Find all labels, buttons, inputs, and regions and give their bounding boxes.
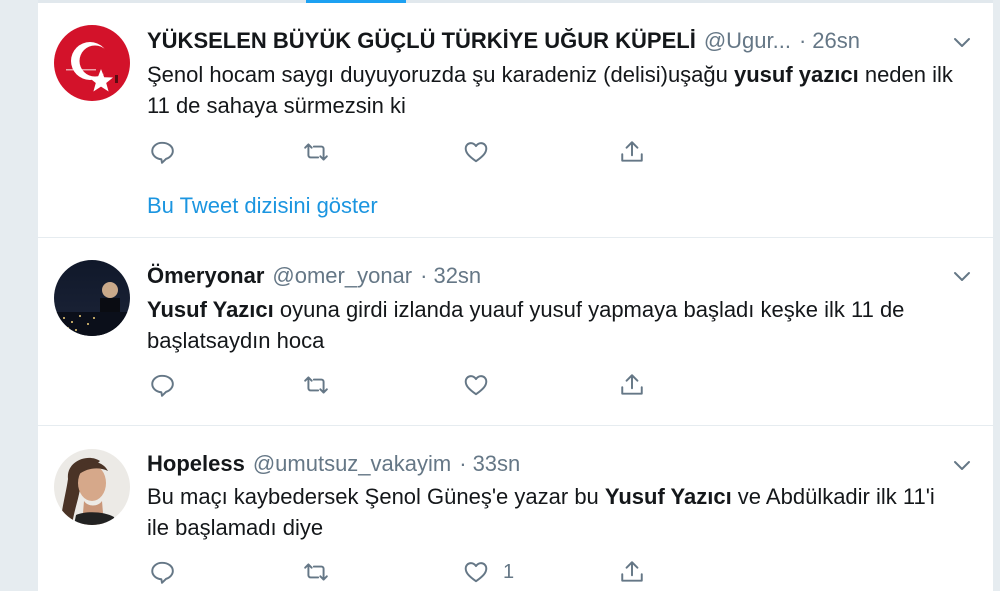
tweet-text-highlight: Yusuf Yazıcı (604, 484, 732, 509)
retweet-button[interactable] (303, 370, 329, 400)
reply-button[interactable] (149, 137, 175, 167)
timestamp[interactable]: 26sn (812, 28, 860, 54)
reply-button[interactable] (149, 557, 175, 587)
tweet-text-highlight: yusuf yazıcı (734, 62, 859, 87)
retweet-icon (304, 143, 328, 161)
timeline: YÜKSELEN BÜYÜK GÜÇLÜ TÜRKİYE UĞUR KÜPELİ… (37, 0, 993, 591)
tweet[interactable]: Ömeryonar @omer_yonar · 32sn Yusuf Yazıc… (38, 238, 993, 426)
share-button[interactable] (619, 557, 645, 587)
like-count: 1 (503, 560, 515, 583)
tweet-text: Bu maçı kaybedersek Şenol Güneş'e yazar … (147, 481, 953, 543)
author-name[interactable]: YÜKSELEN BÜYÜK GÜÇLÜ TÜRKİYE UĞUR KÜPELİ (147, 28, 696, 54)
author-handle[interactable]: @umutsuz_vakayim (253, 451, 451, 477)
separator-dot: · (459, 451, 467, 476)
tweet-text-highlight: Yusuf Yazıcı (147, 297, 274, 322)
tweet-actions: 1 (147, 557, 667, 587)
like-button[interactable] (463, 137, 503, 167)
reply-icon (151, 374, 174, 397)
retweet-icon (304, 563, 328, 581)
timestamp[interactable]: 33sn (473, 451, 521, 477)
tweet-text: Şenol hocam saygı duyuyoruzda şu karaden… (147, 59, 953, 121)
author-name[interactable]: Ömeryonar (147, 263, 264, 289)
heart-icon (464, 375, 488, 396)
tweet[interactable]: YÜKSELEN BÜYÜK GÜÇLÜ TÜRKİYE UĞUR KÜPELİ… (38, 0, 993, 238)
heart-icon (464, 562, 488, 583)
reply-icon (151, 561, 174, 584)
tweet-text: Yusuf Yazıcı oyuna girdi izlanda yuauf y… (147, 294, 953, 356)
tweet-text-part: Şenol hocam saygı duyuyoruzda şu karaden… (147, 62, 734, 87)
tweet-actions (147, 137, 667, 167)
chevron-down-icon[interactable] (951, 265, 973, 287)
share-icon (621, 141, 643, 162)
night-city-avatar (54, 260, 130, 336)
author-name[interactable]: Hopeless (147, 451, 245, 477)
tweet-text-part: Bu maçı kaybedersek Şenol Güneş'e yazar … (147, 484, 605, 509)
turkish-flag-avatar (54, 25, 130, 101)
timestamp[interactable]: 32sn (433, 263, 481, 289)
tweet-header: YÜKSELEN BÜYÜK GÜÇLÜ TÜRKİYE UĞUR KÜPELİ… (147, 27, 933, 55)
share-button[interactable] (619, 370, 645, 400)
retweet-button[interactable] (303, 137, 329, 167)
share-icon (621, 374, 643, 395)
tweet[interactable]: Hopeless @umutsuz_vakayim · 33sn Bu maçı… (38, 426, 993, 591)
avatar[interactable] (54, 449, 130, 525)
reply-icon (151, 141, 174, 164)
chevron-down-icon[interactable] (951, 31, 973, 53)
avatar[interactable] (54, 260, 130, 336)
heart-icon (464, 142, 488, 163)
woman-portrait-avatar (54, 449, 130, 525)
show-thread-link[interactable]: Bu Tweet dizisini göster (147, 193, 378, 219)
chevron-down-icon[interactable] (951, 454, 973, 476)
tweet-header: Ömeryonar @omer_yonar · 32sn (147, 262, 933, 290)
retweet-icon (304, 376, 328, 394)
separator-dot: · (798, 28, 807, 53)
separator-dot: · (420, 263, 428, 288)
like-button[interactable] (463, 370, 503, 400)
reply-button[interactable] (149, 370, 175, 400)
retweet-button[interactable] (303, 557, 329, 587)
share-icon (621, 561, 643, 582)
author-handle[interactable]: @omer_yonar (272, 263, 412, 289)
tweet-actions (147, 370, 667, 400)
like-button[interactable]: 1 (463, 557, 514, 587)
share-button[interactable] (619, 137, 645, 167)
avatar[interactable] (54, 25, 130, 101)
tweet-header: Hopeless @umutsuz_vakayim · 33sn (147, 450, 933, 478)
author-handle[interactable]: @Ugur... (704, 28, 791, 54)
